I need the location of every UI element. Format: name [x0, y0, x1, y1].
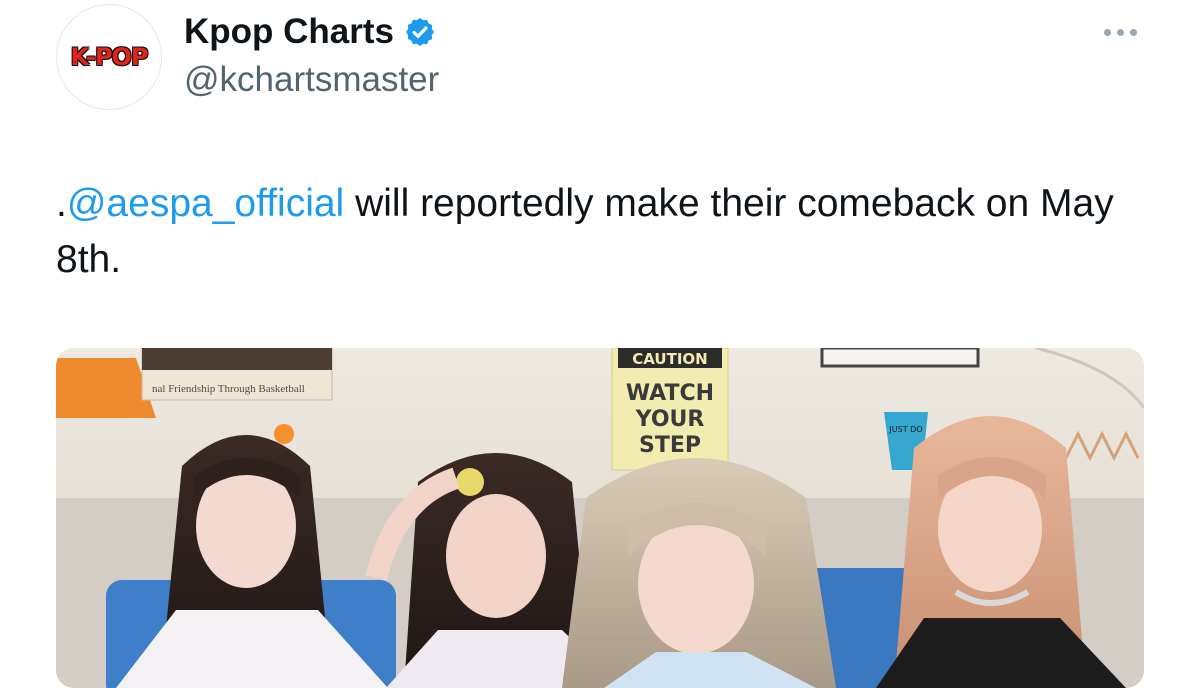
more-options-icon[interactable] [1098, 22, 1142, 42]
sign-caution-text: CAUTION [632, 350, 707, 368]
group-photo: nal Friendship Through Basketball CAUTIO… [56, 348, 1144, 688]
verified-badge-icon[interactable] [404, 16, 436, 48]
tweet-media-photo[interactable]: nal Friendship Through Basketball CAUTIO… [56, 348, 1144, 688]
tweet-text: .@aespa_official will reportedly make th… [56, 176, 1166, 288]
member-3 [562, 458, 836, 688]
avatar[interactable]: K-POP [56, 4, 162, 110]
mention-link[interactable]: @aespa_official [67, 182, 344, 225]
sign-watch-text: WATCH [626, 381, 714, 406]
author-handle[interactable]: @kchartsmaster [184, 60, 439, 100]
avatar-logo-text: K-POP [70, 43, 148, 71]
sign-your-text: YOUR [635, 407, 705, 432]
picture-frame [820, 348, 980, 368]
tweet-text-prefix: . [56, 182, 67, 225]
mug-text: JUST DO [888, 425, 922, 434]
author-name-row: Kpop Charts [184, 12, 436, 52]
orange-ball [274, 424, 294, 444]
display-name[interactable]: Kpop Charts [184, 12, 394, 52]
poster-caption: nal Friendship Through Basketball [152, 383, 305, 395]
sign-step-text: STEP [639, 433, 701, 458]
